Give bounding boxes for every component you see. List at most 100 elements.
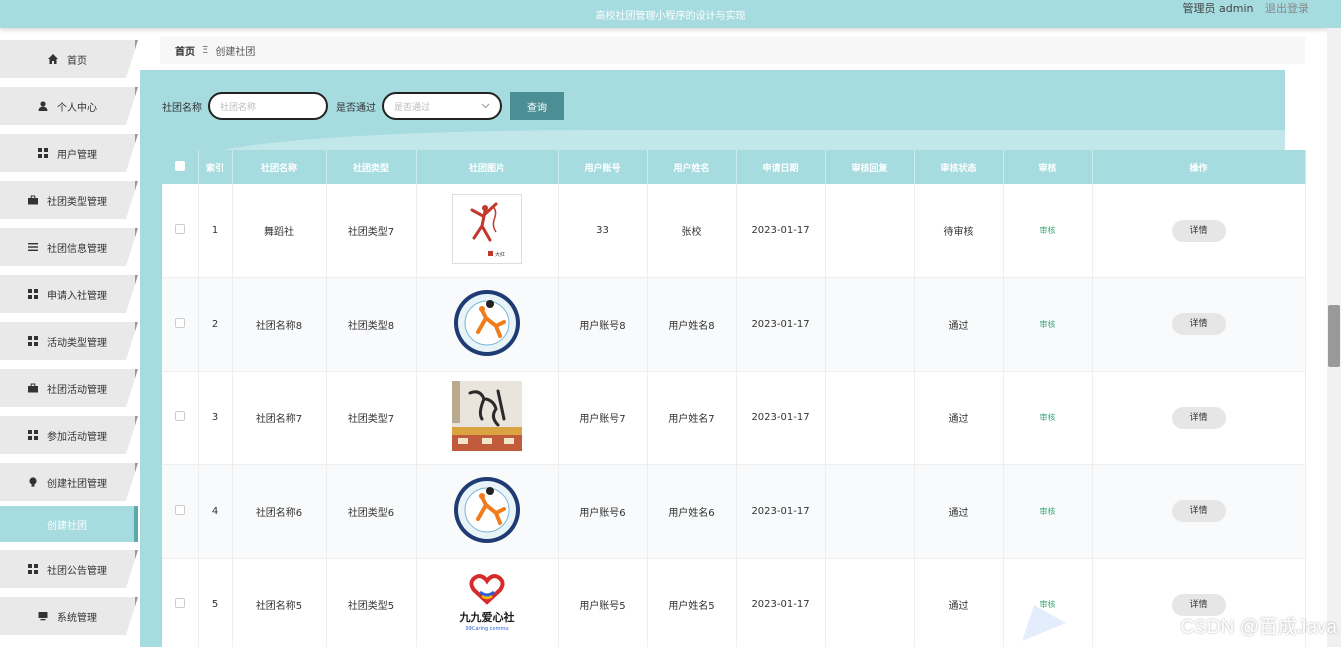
bulb-icon — [28, 477, 38, 487]
cell-club-image — [416, 371, 559, 465]
sidebar-item-system[interactable]: 系统管理 — [0, 597, 138, 635]
heart-club-logo-image: 九九爱心社 99Caring commu — [459, 574, 515, 632]
sidebar-item-label: 社团公告管理 — [47, 565, 107, 577]
cell-action: 详情 — [1092, 464, 1306, 559]
row-checkbox[interactable] — [174, 504, 185, 515]
cell-status: 通过 — [914, 464, 1004, 559]
row-checkbox[interactable] — [174, 224, 185, 234]
sidebar: 首页 个人中心 用户管理 社团类型管理 社团信息管理 申请入社管理 活动类型管理… — [0, 40, 140, 644]
detail-button[interactable]: 详情 — [1171, 219, 1226, 242]
cell-reply — [825, 277, 915, 372]
cell-reply — [825, 464, 915, 559]
scrollbar-thumb[interactable] — [1328, 305, 1340, 367]
cell-date: 2023-01-17 — [736, 558, 826, 647]
row-select[interactable] — [162, 558, 199, 647]
sidebar-item-announcements[interactable]: 社团公告管理 — [0, 550, 138, 588]
detail-button[interactable]: 详情 — [1171, 500, 1226, 523]
header-select-all[interactable] — [162, 150, 199, 184]
app-title: 高校社团管理小程序的设计与实现 — [595, 11, 746, 22]
cell-index: 1 — [198, 184, 233, 278]
table-row: 4 社团名称6 社团类型6 用户账号6 用户姓名6 2023-01-17 通过 … — [162, 464, 1306, 559]
sidebar-item-label: 创建社团 — [47, 520, 87, 532]
column-header: 审核回复 — [825, 150, 915, 184]
cell-date: 2023-01-17 — [736, 371, 826, 465]
cell-club-name: 社团名称8 — [232, 277, 327, 372]
cell-status: 通过 — [914, 277, 1004, 372]
row-select[interactable] — [162, 277, 199, 372]
chevron-down-icon — [481, 101, 490, 113]
review-link[interactable]: 审核 — [1040, 226, 1056, 235]
sidebar-item-profile[interactable]: 个人中心 — [0, 87, 138, 125]
select-all-checkbox[interactable] — [174, 160, 185, 171]
cell-account: 用户账号7 — [558, 371, 648, 465]
cell-index: 5 — [198, 558, 233, 647]
sidebar-item-label: 社团信息管理 — [47, 243, 107, 255]
sidebar-item-label: 个人中心 — [57, 102, 97, 114]
sidebar-item-activity-types[interactable]: 活动类型管理 — [0, 322, 138, 360]
sidebar-item-label: 创建社团管理 — [47, 478, 107, 490]
row-checkbox[interactable] — [174, 411, 185, 422]
cell-club-image — [416, 464, 559, 559]
dance-logo-image: 大红 — [452, 194, 522, 264]
club-name-input[interactable]: 社团名称 — [208, 92, 328, 120]
review-link[interactable]: 审核 — [1040, 413, 1056, 422]
row-select[interactable] — [162, 464, 199, 559]
sidebar-item-home[interactable]: 首页 — [0, 40, 138, 78]
cell-review: 审核 — [1003, 277, 1093, 372]
cell-status: 通过 — [914, 371, 1004, 465]
breadcrumb-home[interactable]: 首页 — [175, 43, 195, 58]
column-header: 申请日期 — [736, 150, 826, 184]
grid-icon — [28, 289, 38, 299]
sidebar-item-join-requests[interactable]: 申请入社管理 — [0, 275, 138, 313]
club-table: 索引 社团名称 社团类型 社团图片 用户账号 用户姓名 申请日期 审核回复 审核… — [162, 150, 1306, 647]
row-select[interactable] — [162, 184, 199, 278]
cell-reply — [825, 184, 915, 278]
row-checkbox[interactable] — [174, 598, 185, 609]
watermark: CSDN @百成Java — [1180, 617, 1337, 638]
query-button[interactable]: 查询 — [510, 92, 564, 120]
sidebar-item-club-info[interactable]: 社团信息管理 — [0, 228, 138, 266]
cell-club-type: 社团类型7 — [326, 371, 417, 465]
sidebar-item-join-activities[interactable]: 参加活动管理 — [0, 416, 138, 454]
table-header-row: 索引 社团名称 社团类型 社团图片 用户账号 用户姓名 申请日期 审核回复 审核… — [162, 150, 1306, 184]
table-row: 1 舞蹈社 社团类型7 大红 33 张校 2023-01-17 待审核 审核 详… — [162, 184, 1306, 278]
cell-club-image: 九九爱心社 99Caring commu — [416, 558, 559, 647]
cell-status: 通过 — [914, 558, 1004, 647]
cell-username: 用户姓名5 — [647, 558, 737, 647]
grid-icon — [28, 430, 38, 440]
row-select[interactable] — [162, 371, 199, 465]
logout-link[interactable]: 退出登录 — [1265, 2, 1309, 15]
user-label: 管理员 admin — [1182, 2, 1254, 15]
cell-status: 待审核 — [914, 184, 1004, 278]
table-row: 5 社团名称5 社团类型5 九九爱心社 99Caring commu 用户账号5… — [162, 558, 1306, 647]
football-badge-image — [454, 289, 520, 356]
sidebar-item-create-club-mgmt[interactable]: 创建社团管理 — [0, 463, 138, 501]
cell-club-name: 舞蹈社 — [232, 184, 327, 278]
detail-button[interactable]: 详情 — [1171, 313, 1226, 336]
detail-button[interactable]: 详情 — [1171, 406, 1226, 429]
club-name-label: 社团名称 — [162, 102, 202, 114]
dance-logo-label: 大红 — [495, 251, 505, 258]
cell-username: 用户姓名6 — [647, 464, 737, 559]
sidebar-item-users[interactable]: 用户管理 — [0, 134, 138, 172]
top-bar: 高校社团管理小程序的设计与实现 管理员 admin 退出登录 — [0, 0, 1341, 28]
sidebar-item-club-types[interactable]: 社团类型管理 — [0, 181, 138, 219]
heart-club-title: 九九爱心社 — [459, 610, 515, 624]
review-link[interactable]: 审核 — [1040, 507, 1056, 516]
football-badge-image — [454, 476, 520, 543]
cell-date: 2023-01-17 — [736, 184, 826, 278]
home-icon — [48, 54, 58, 64]
row-checkbox[interactable] — [174, 317, 185, 328]
cell-account: 用户账号6 — [558, 464, 648, 559]
cell-club-name: 社团名称5 — [232, 558, 327, 647]
sidebar-item-label: 参加活动管理 — [47, 431, 107, 443]
user-info: 管理员 admin 退出登录 — [1183, 0, 1309, 16]
sidebar-item-create-club[interactable]: 创建社团 — [0, 506, 138, 542]
sidebar-item-club-activities[interactable]: 社团活动管理 — [0, 369, 138, 407]
column-header: 用户账号 — [558, 150, 648, 184]
review-link[interactable]: 审核 — [1040, 320, 1056, 329]
pass-status-select[interactable]: 是否通过 — [382, 92, 502, 120]
cell-review: 审核 — [1003, 371, 1093, 465]
club-name-placeholder: 社团名称 — [220, 102, 257, 113]
cell-club-type: 社团类型7 — [326, 184, 417, 278]
